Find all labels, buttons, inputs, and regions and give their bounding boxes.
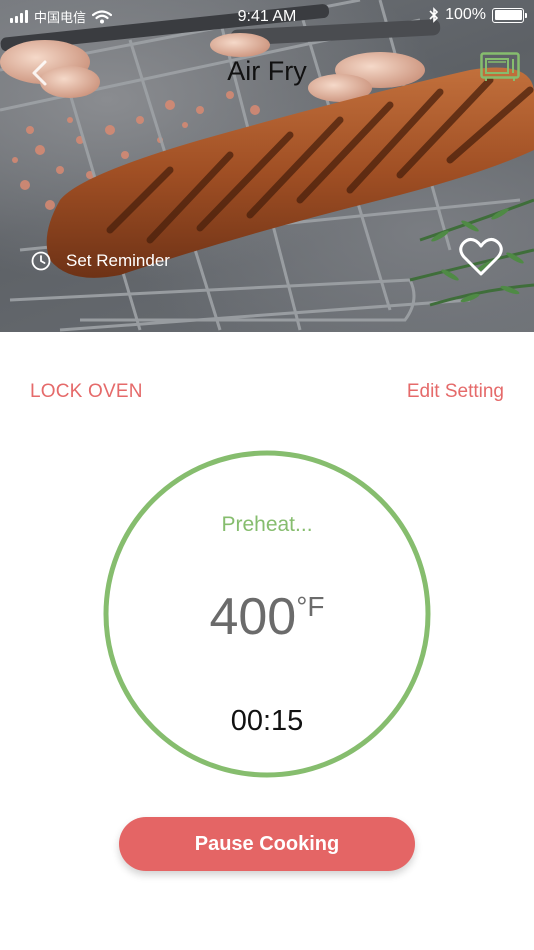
status-bar: 中国电信 9:41 AM 100% bbox=[0, 0, 534, 32]
oven-icon[interactable] bbox=[480, 52, 520, 82]
bluetooth-icon bbox=[429, 7, 439, 23]
battery-icon bbox=[492, 7, 527, 23]
set-reminder-label: Set Reminder bbox=[66, 251, 170, 270]
edit-setting-button[interactable]: Edit Setting bbox=[407, 381, 504, 403]
cooking-status: Preheat... bbox=[221, 513, 313, 536]
battery-percent: 100% bbox=[445, 6, 486, 23]
pause-cooking-button[interactable]: Pause Cooking bbox=[119, 817, 415, 871]
set-reminder-button[interactable]: Set Reminder bbox=[30, 250, 170, 272]
cooking-progress-dial: Preheat... 400°F 00:15 bbox=[102, 449, 432, 779]
hero-image: 中国电信 9:41 AM 100% Air Fry Set Reminder bbox=[0, 0, 534, 332]
timer-display: 00:15 bbox=[230, 705, 304, 737]
temperature-value: 400 bbox=[209, 588, 297, 646]
food-photo bbox=[0, 0, 534, 332]
heart-icon[interactable] bbox=[458, 236, 504, 278]
temperature-unit: °F bbox=[296, 591, 325, 622]
temperature-display: 400°F bbox=[102, 587, 432, 647]
page-title: Air Fry bbox=[227, 56, 307, 86]
lock-oven-button[interactable]: LOCK OVEN bbox=[30, 381, 143, 403]
clock-icon bbox=[31, 251, 51, 271]
